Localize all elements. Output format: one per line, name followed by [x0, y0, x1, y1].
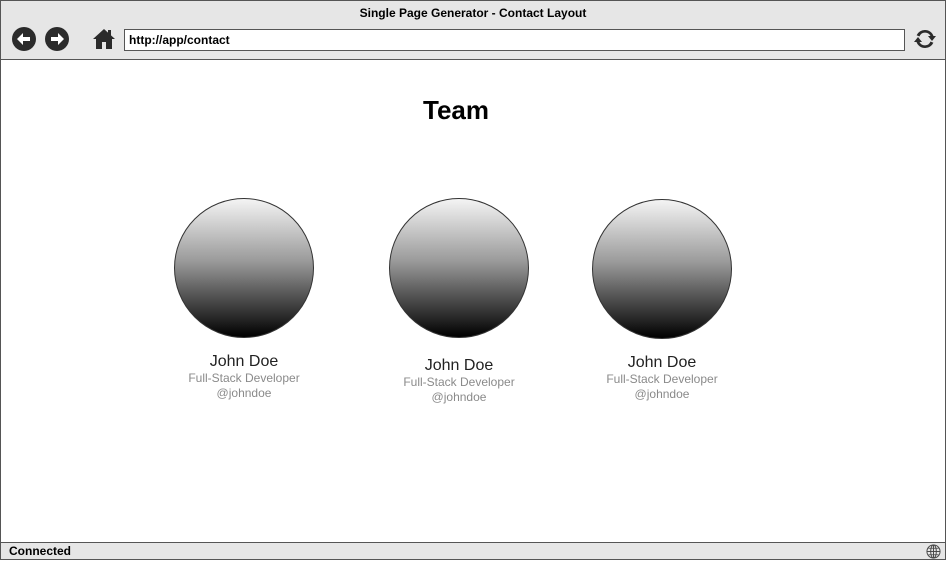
member-handle[interactable]: @johndoe: [154, 386, 334, 401]
arrow-right-icon: [46, 28, 68, 50]
member-handle[interactable]: @johndoe: [572, 387, 752, 402]
team-member-card: John Doe Full-Stack Developer @johndoe: [369, 198, 549, 405]
page-content: Team John Doe Full-Stack Developer @john…: [1, 60, 945, 542]
back-button[interactable]: [12, 27, 36, 51]
team-member-card: John Doe Full-Stack Developer @johndoe: [572, 199, 752, 402]
member-name: John Doe: [209, 353, 279, 370]
reload-icon: [914, 29, 936, 49]
status-text: Connected: [9, 544, 72, 558]
avatar: [389, 198, 529, 338]
globe-icon: [926, 544, 941, 559]
address-bar[interactable]: http://app/contact: [124, 29, 905, 51]
page-title: Team: [423, 95, 489, 125]
avatar: [174, 198, 314, 338]
forward-button[interactable]: [45, 27, 69, 51]
reload-button[interactable]: [913, 27, 937, 51]
status-bar: Connected: [1, 542, 945, 559]
browser-window: Single Page Generator - Contact Layout h…: [0, 0, 946, 560]
member-role: Full-Stack Developer: [403, 375, 515, 389]
member-handle[interactable]: @johndoe: [369, 390, 549, 405]
arrow-left-icon: [13, 28, 35, 50]
member-role: Full-Stack Developer: [606, 372, 718, 386]
avatar: [592, 199, 732, 339]
home-icon: [93, 29, 115, 49]
member-name: John Doe: [627, 354, 697, 371]
home-button[interactable]: [92, 27, 116, 51]
window-title: Single Page Generator - Contact Layout: [359, 6, 587, 20]
member-role: Full-Stack Developer: [188, 371, 300, 385]
team-member-card: John Doe Full-Stack Developer @johndoe: [154, 198, 334, 401]
title-bar: Single Page Generator - Contact Layout h…: [1, 1, 945, 60]
member-name: John Doe: [424, 357, 494, 374]
